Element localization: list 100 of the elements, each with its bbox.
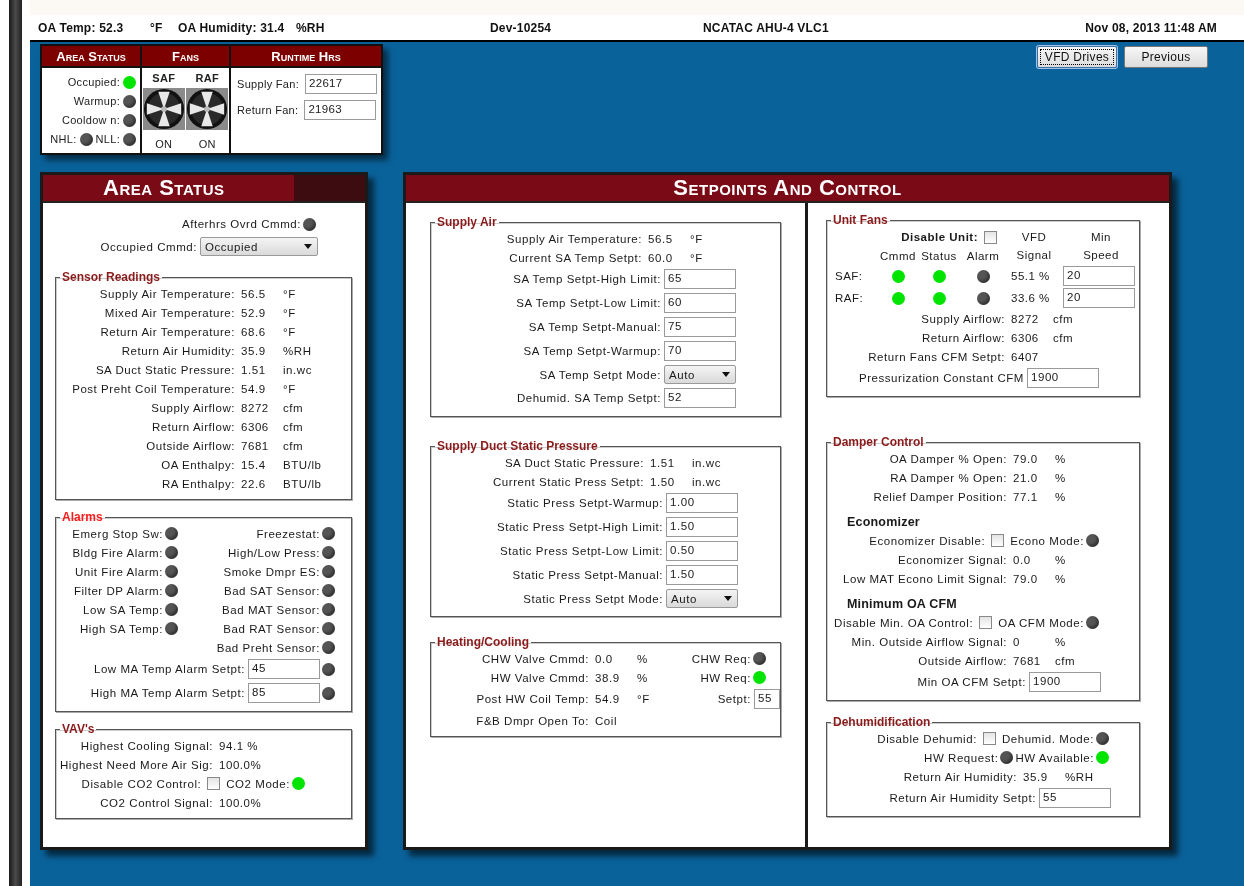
checkbox[interactable]: [984, 230, 997, 244]
input-field[interactable]: 1.50: [666, 517, 738, 537]
field-label: Static Press Setpt-High Limit:: [496, 521, 663, 533]
field-label: Outside Airflow:: [918, 654, 1007, 667]
input-field[interactable]: 20: [1063, 266, 1135, 286]
input-field[interactable]: 1.50: [666, 565, 738, 585]
field-label: Return Air Temperature:: [100, 325, 235, 338]
unit-label: cfm: [282, 420, 305, 433]
field-label: Occupied:: [67, 76, 120, 88]
header-text: %RH: [296, 20, 326, 35]
fan-label: RAF: [195, 72, 219, 86]
caret-icon: [724, 596, 732, 601]
reading-value: 1.51: [240, 363, 267, 376]
reading-value: 100.0%: [218, 758, 263, 771]
group-title: Damper Control: [832, 435, 925, 449]
checkbox[interactable]: [207, 777, 221, 790]
input-field[interactable]: 1900: [1027, 368, 1099, 388]
group-title: Unit Fans: [832, 213, 889, 227]
group-title: Heating/Cooling: [436, 635, 530, 649]
panel-title: Fans: [142, 46, 229, 68]
reading-value: 6306: [1010, 331, 1040, 344]
field-label: Disable Dehumid:: [877, 732, 977, 745]
input-field[interactable]: 60: [664, 293, 736, 313]
reading-value: 6407: [1010, 350, 1040, 363]
field-label: Return Airflow:: [921, 331, 1005, 344]
column-header: Min Speed: [1083, 230, 1119, 263]
input-field[interactable]: 65: [664, 269, 736, 289]
unit-label: cfm: [1052, 331, 1075, 344]
column-header: Alarm: [965, 250, 1001, 262]
reading-value: 54.9: [240, 382, 267, 395]
dropdown[interactable]: Auto: [666, 589, 738, 608]
checkbox[interactable]: [979, 616, 993, 629]
reading-value: 0.0: [594, 652, 614, 665]
input-field[interactable]: 70: [664, 341, 736, 361]
field-label: Bad RAT Sensor:: [222, 622, 320, 635]
unit-label: °F: [282, 287, 297, 300]
input-field[interactable]: 85: [248, 683, 320, 703]
unit-label: %: [1054, 490, 1067, 503]
reading-value: 60.0: [647, 251, 674, 264]
field-label: CHW Valve Cmmd:: [480, 652, 589, 665]
reading-value: 22.6: [240, 477, 267, 490]
field-label: Min. Outside Airflow Signal:: [851, 635, 1007, 648]
field-label: Low MAT Econo Limit Signal:: [843, 572, 1007, 585]
header-text: Dev-10254: [490, 20, 553, 35]
header-text: OA Humidity: 31.4: [178, 20, 286, 35]
reading-value: Coil: [594, 714, 618, 727]
unit-label: BTU/lb: [282, 477, 323, 490]
reading-value: 68.6: [240, 325, 267, 338]
input-field[interactable]: 21963: [304, 100, 377, 120]
nav-button[interactable]: VFD Drives: [1037, 46, 1117, 68]
nav-button[interactable]: Previous: [1124, 46, 1208, 68]
input-field[interactable]: 75: [664, 317, 736, 337]
checkbox[interactable]: [982, 732, 996, 745]
reading-value: 52.9: [240, 306, 267, 319]
field-label: SA Duct Static Pressure:: [504, 456, 644, 469]
header-text: °F: [150, 20, 164, 35]
field-label: HW Req:: [699, 671, 751, 684]
unit-label: °F: [689, 251, 704, 264]
field-label: Min OA CFM Setpt:: [917, 676, 1026, 688]
reading-value: 21.0: [1012, 471, 1039, 484]
fan-label: SAF: [152, 72, 176, 86]
input-field[interactable]: 55: [754, 689, 780, 709]
field-label: Supply Fan:: [237, 78, 299, 90]
input-field[interactable]: 1.00: [666, 493, 738, 513]
field-label: HW Available:: [1015, 751, 1094, 764]
unit-label: %RH: [1064, 770, 1095, 783]
input-field[interactable]: 22617: [305, 74, 377, 94]
field-label: Static Press Setpt-Manual:: [512, 569, 663, 581]
fan-label: RAF:: [835, 292, 865, 304]
input-field[interactable]: 45: [248, 659, 320, 679]
input-field[interactable]: 0.50: [666, 541, 738, 561]
field-label: Smoke Dmpr ES:: [222, 565, 320, 578]
input-field[interactable]: 20: [1063, 288, 1135, 308]
header-text: OA Temp: 52.3: [38, 20, 125, 35]
column-header: VFD Signal: [1016, 230, 1052, 263]
field-label: Warmup:: [73, 95, 120, 107]
unit-label: °F: [282, 325, 297, 338]
group-title: Dehumidification: [832, 715, 932, 729]
reading-value: 35.9: [1022, 770, 1049, 783]
unit-label: °F: [636, 693, 651, 705]
dropdown[interactable]: Occupied: [200, 237, 318, 256]
fan-state: ON: [155, 138, 173, 150]
unit-label: %: [636, 652, 649, 665]
field-label: Afterhrs Ovrd Cmmd:: [181, 218, 301, 230]
group-title: Sensor Readings: [61, 270, 162, 284]
field-label: Low SA Temp:: [83, 603, 163, 616]
field-label: Mixed Air Temperature:: [104, 306, 235, 319]
checkbox[interactable]: [991, 534, 1005, 547]
field-label: Occupied Cmmd:: [100, 240, 197, 253]
field-label: Post HW Coil Temp:: [475, 693, 589, 705]
dropdown[interactable]: Auto: [664, 365, 736, 384]
input-field[interactable]: 1900: [1029, 672, 1101, 692]
reading-value: 7681: [1012, 654, 1042, 667]
field-label: Static Press Setpt Mode:: [523, 592, 663, 605]
field-label: Economizer Signal:: [898, 553, 1007, 566]
input-field[interactable]: 55: [1039, 788, 1111, 808]
input-field[interactable]: 52: [664, 388, 736, 408]
field-label: Bad MAT Sensor:: [221, 603, 320, 616]
field-label: HW Valve Cmmd:: [489, 671, 589, 684]
field-label: SA Temp Setpt-Warmup:: [523, 345, 661, 357]
